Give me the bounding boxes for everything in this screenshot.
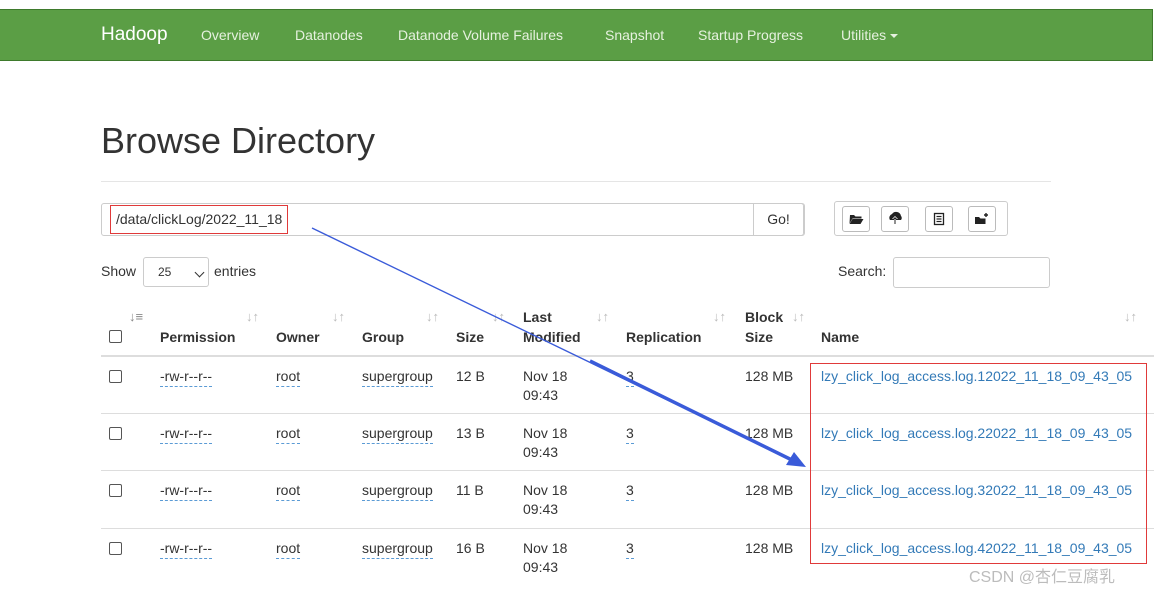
arrow-thick-segment	[589, 359, 797, 464]
annotation-arrow	[311, 227, 806, 467]
watermark: CSDN @杏仁豆腐乳	[969, 569, 1116, 586]
